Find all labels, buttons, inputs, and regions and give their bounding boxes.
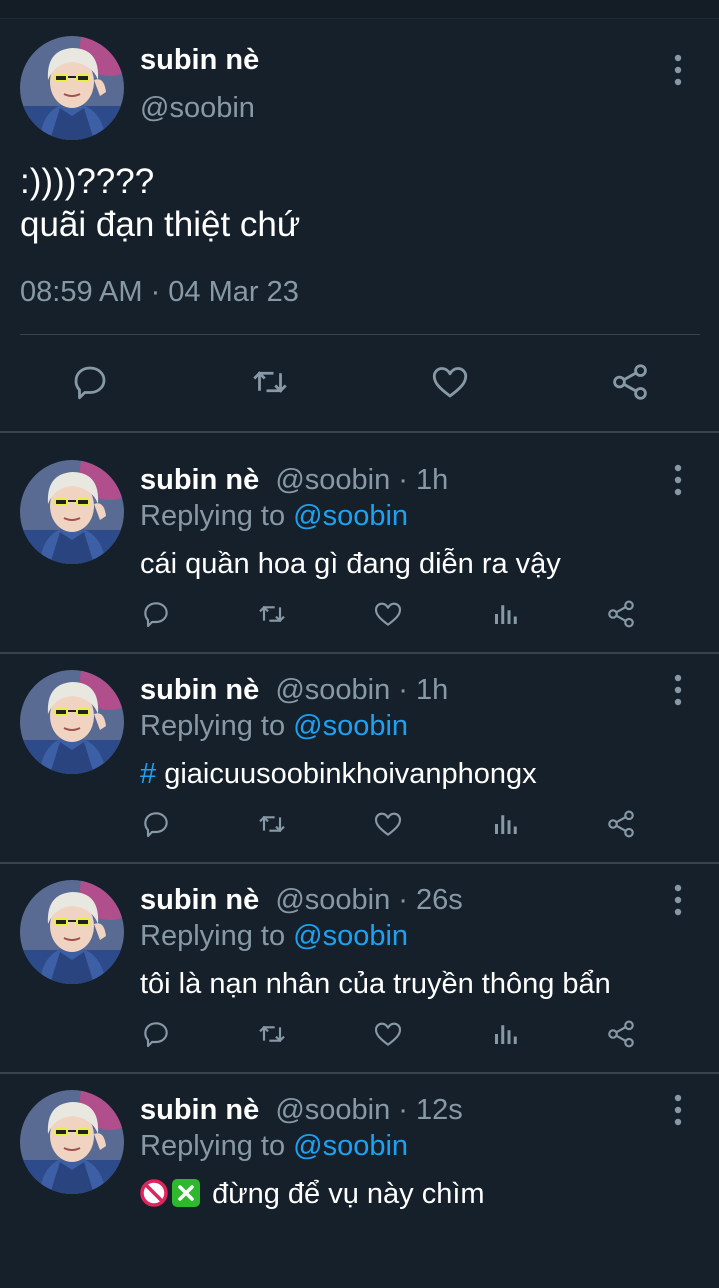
like-icon — [372, 598, 404, 630]
reply-header: subin nè @soobin · 12s — [140, 1094, 463, 1127]
share-button[interactable] — [601, 594, 641, 634]
reply-tweet[interactable]: subin nè @soobin · 26s Replying to @soob… — [0, 872, 719, 1078]
avatar[interactable] — [20, 1090, 124, 1194]
mention-link[interactable]: @soobin — [293, 1130, 408, 1162]
more-options-icon[interactable] — [666, 460, 690, 500]
mention-link[interactable]: @soobin — [293, 710, 408, 742]
handle-time: @soobin · 26s — [275, 884, 463, 916]
reply-header: subin nè @soobin · 26s — [140, 884, 463, 917]
share-icon — [605, 598, 637, 630]
reply-text: cái quần hoa gì đang diễn ra vậy — [140, 548, 561, 580]
replying-to: Replying to @soobin — [140, 500, 408, 533]
retweet-icon — [256, 598, 288, 630]
replying-prefix: Replying to — [140, 710, 286, 742]
retweet-button[interactable] — [252, 594, 292, 634]
reply-text: # giaicuusoobinkhoivanphongx — [140, 758, 537, 791]
retweet-icon — [256, 1018, 288, 1050]
reply-icon — [69, 361, 111, 403]
analytics-icon — [490, 1019, 520, 1049]
share-icon — [605, 1018, 637, 1050]
handle-time: @soobin · 1h — [275, 674, 449, 706]
analytics-icon — [490, 809, 520, 839]
reply-tweet[interactable]: subin nè @soobin · 12s Replying to @soob… — [0, 1082, 719, 1288]
like-icon — [372, 808, 404, 840]
analytics-button[interactable] — [485, 594, 525, 634]
display-name[interactable]: subin nè — [140, 44, 259, 77]
reply-tweet[interactable]: subin nè @soobin · 1h Replying to @soobi… — [0, 452, 719, 658]
more-options-icon[interactable] — [666, 50, 690, 90]
more-options-icon[interactable] — [666, 670, 690, 710]
reply-text: đừng để vụ này chìm — [140, 1178, 485, 1211]
divider — [0, 652, 719, 654]
more-options-icon[interactable] — [666, 880, 690, 920]
retweet-icon — [256, 808, 288, 840]
display-name[interactable]: subin nè — [140, 884, 259, 916]
tweet-text-line-1: :))))???? — [20, 162, 155, 201]
divider — [0, 1072, 719, 1074]
divider — [0, 862, 719, 864]
handle-time: @soobin · 1h — [275, 464, 449, 496]
retweet-button[interactable] — [246, 358, 294, 406]
more-options-icon[interactable] — [666, 1090, 690, 1130]
analytics-button[interactable] — [485, 804, 525, 844]
reply-header: subin nè @soobin · 1h — [140, 674, 448, 707]
reply-button[interactable] — [136, 804, 176, 844]
avatar[interactable] — [20, 460, 124, 564]
handle-time: @soobin · 12s — [275, 1094, 463, 1126]
reply-icon — [140, 808, 172, 840]
reply-text-content: đừng để vụ này chìm — [212, 1178, 485, 1210]
share-icon — [609, 361, 651, 403]
like-button[interactable] — [368, 1014, 408, 1054]
user-handle[interactable]: @soobin — [140, 92, 255, 125]
retweet-button[interactable] — [252, 804, 292, 844]
reply-button[interactable] — [66, 358, 114, 406]
tweet-text: :))))???? quãi đạn thiệt chứ — [20, 160, 300, 246]
like-icon — [372, 1018, 404, 1050]
divider — [20, 334, 700, 335]
hashtag-symbol[interactable]: # — [140, 758, 156, 790]
tweet-timestamp[interactable]: 08:59 AM · 04 Mar 23 — [20, 276, 299, 309]
cross-mark-emoji — [172, 1179, 200, 1207]
reply-header: subin nè @soobin · 1h — [140, 464, 448, 497]
reply-button[interactable] — [136, 594, 176, 634]
analytics-button[interactable] — [485, 1014, 525, 1054]
display-name[interactable]: subin nè — [140, 674, 259, 706]
like-button[interactable] — [368, 594, 408, 634]
no-entry-emoji — [140, 1179, 168, 1207]
like-button[interactable] — [426, 358, 474, 406]
divider — [0, 431, 719, 433]
analytics-icon — [490, 599, 520, 629]
main-tweet: subin nè @soobin :))))???? quãi đạn thiệ… — [0, 20, 719, 432]
share-icon — [605, 808, 637, 840]
display-name[interactable]: subin nè — [140, 464, 259, 496]
replying-prefix: Replying to — [140, 1130, 286, 1162]
tweet-text-line-2: quãi đạn thiệt chứ — [20, 205, 301, 244]
status-bar-strip — [0, 0, 719, 19]
replying-to: Replying to @soobin — [140, 1130, 408, 1163]
mention-link[interactable]: @soobin — [293, 500, 408, 532]
share-button[interactable] — [601, 804, 641, 844]
replying-prefix: Replying to — [140, 920, 286, 952]
avatar[interactable] — [20, 36, 124, 140]
avatar[interactable] — [20, 880, 124, 984]
share-button[interactable] — [606, 358, 654, 406]
share-button[interactable] — [601, 1014, 641, 1054]
replying-to: Replying to @soobin — [140, 920, 408, 953]
reply-icon — [140, 598, 172, 630]
retweet-icon — [249, 361, 291, 403]
reply-button[interactable] — [136, 1014, 176, 1054]
avatar[interactable] — [20, 670, 124, 774]
reply-text: tôi là nạn nhân của truyền thông bẩn — [140, 968, 611, 1000]
reply-tweet[interactable]: subin nè @soobin · 1h Replying to @soobi… — [0, 662, 719, 868]
like-button[interactable] — [368, 804, 408, 844]
mention-link[interactable]: @soobin — [293, 920, 408, 952]
retweet-button[interactable] — [252, 1014, 292, 1054]
replying-prefix: Replying to — [140, 500, 286, 532]
replying-to: Replying to @soobin — [140, 710, 408, 743]
reply-icon — [140, 1018, 172, 1050]
hashtag-text[interactable]: giaicuusoobinkhoivanphongx — [164, 758, 536, 790]
like-icon — [429, 361, 471, 403]
display-name[interactable]: subin nè — [140, 1094, 259, 1126]
